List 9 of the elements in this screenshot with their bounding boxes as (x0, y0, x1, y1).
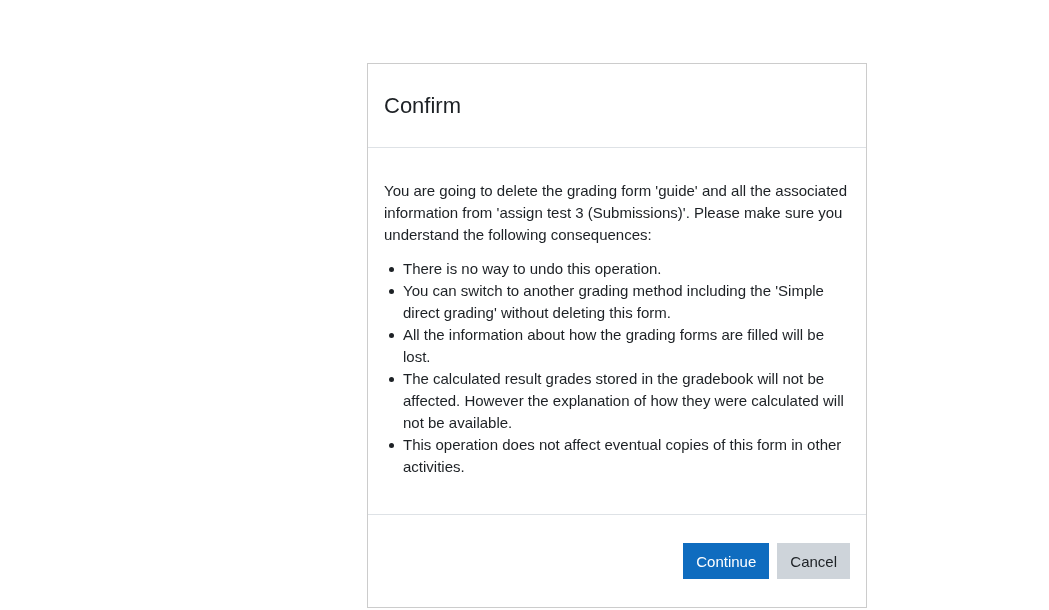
consequence-text: All the information about how the grading forms are filled will be lost. (403, 325, 826, 367)
consequence-text: You can switch to another grading method including the 'Simple direct grading' without deleting this form. (403, 281, 825, 323)
cancel-button[interactable]: Cancel (777, 543, 850, 579)
dialog-message: You are going to delete the grading form 'guide' and all the associated information from 'assign test 3 (Submissions)'. Please make sure you understand the following consequences: (384, 181, 848, 245)
continue-button[interactable]: Continue (683, 543, 770, 579)
dialog-title: Confirm (384, 92, 461, 119)
consequence-text: The calculated result grades stored in the gradebook will not be affected. However the explanation of how they were calculated will not be available. (403, 369, 845, 433)
consequence-text: There is no way to undo this operation. (403, 259, 662, 279)
consequence-text: This operation does not affect eventual copies of this form in other activities. (403, 435, 843, 477)
